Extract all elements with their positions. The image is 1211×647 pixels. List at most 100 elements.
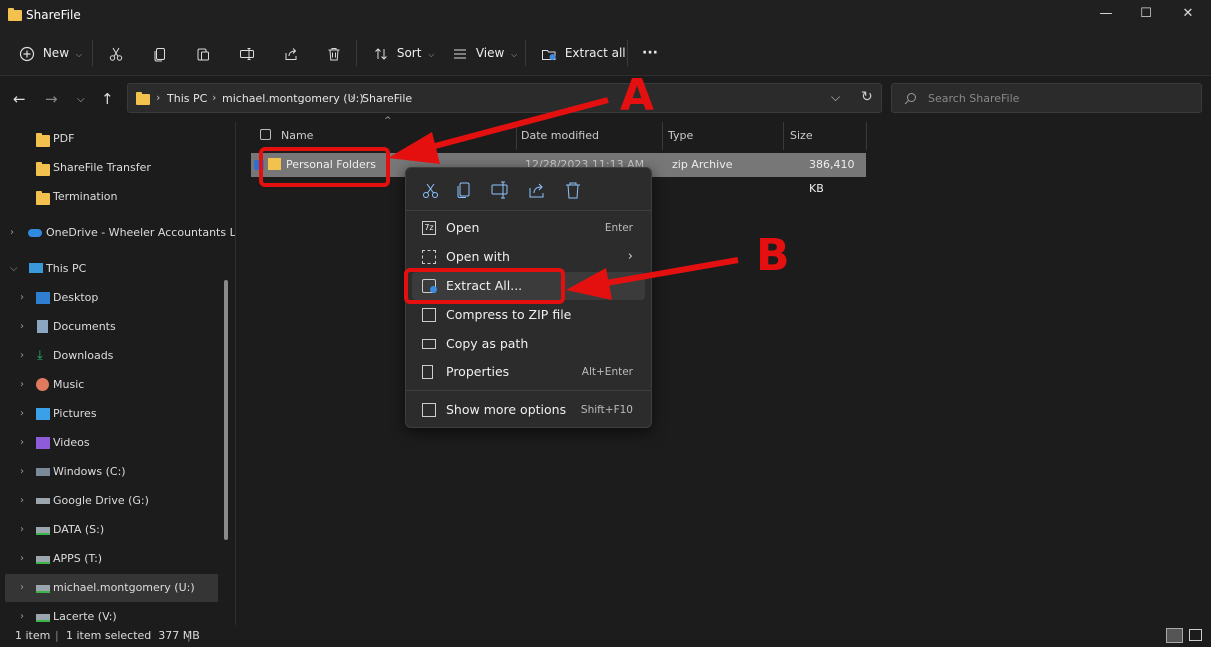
menu-item-show-more-options[interactable]: Show more options Shift+F10 bbox=[412, 396, 645, 424]
drive-icon bbox=[36, 468, 50, 476]
chevron-right-icon[interactable]: › bbox=[20, 516, 24, 544]
close-button[interactable]: ✕ bbox=[1173, 4, 1203, 24]
arrow-b-line bbox=[594, 257, 739, 288]
delete-button[interactable] bbox=[326, 42, 342, 64]
pc-icon bbox=[29, 263, 43, 273]
sidebar-item-this-pc[interactable]: ⌵ This PC bbox=[0, 255, 220, 283]
scissors-icon bbox=[109, 47, 123, 61]
chevron-right-icon[interactable]: › bbox=[20, 342, 24, 370]
arrow-a-head bbox=[388, 132, 440, 164]
new-button[interactable]: New ⌵ bbox=[19, 42, 82, 64]
documents-icon bbox=[37, 320, 48, 333]
rename-button[interactable] bbox=[239, 42, 255, 64]
copy-button[interactable] bbox=[152, 42, 168, 64]
chevron-right-icon[interactable]: › bbox=[20, 400, 24, 428]
sidebar-item-sharefile-transfer[interactable]: ShareFile Transfer bbox=[0, 154, 220, 182]
sidebar-item-windows-c[interactable]: › Windows (C:) bbox=[0, 458, 220, 486]
sidebar-item-downloads[interactable]: › ⤓ Downloads bbox=[0, 342, 220, 370]
sidebar-item-music[interactable]: › Music bbox=[0, 371, 220, 399]
sidebar-item-label: APPS (T:) bbox=[53, 552, 103, 565]
sidebar-item-pdf[interactable]: PDF bbox=[0, 125, 220, 153]
menu-item-shortcut: Shift+F10 bbox=[580, 404, 633, 416]
sidebar-item-onedrive[interactable]: › OneDrive - Wheeler Accountants LLP bbox=[0, 219, 235, 247]
selection-info: 1 item selected 377 MB bbox=[66, 629, 200, 642]
chevron-right-icon[interactable]: › bbox=[20, 429, 24, 457]
chevron-right-icon[interactable]: › bbox=[20, 574, 24, 602]
sidebar-item-google-drive[interactable]: › Google Drive (G:) bbox=[0, 487, 220, 515]
paste-icon bbox=[197, 48, 209, 60]
trash-icon bbox=[328, 47, 340, 60]
tiles-view-icon[interactable] bbox=[1189, 629, 1202, 641]
sidebar-item-label: ShareFile Transfer bbox=[53, 161, 151, 174]
plus-circle-icon bbox=[19, 46, 35, 61]
properties-icon bbox=[422, 365, 433, 379]
folder-icon bbox=[136, 92, 150, 105]
extract-all-label: Extract all bbox=[564, 46, 626, 60]
forward-arrow-icon[interactable]: → bbox=[45, 90, 58, 108]
sidebar-item-lacerte[interactable]: › Lacerte (V:) bbox=[0, 603, 220, 625]
recent-chevron-icon[interactable]: ⌵ bbox=[77, 94, 85, 105]
sidebar-item-label: Downloads bbox=[53, 349, 114, 362]
status-divider: | bbox=[55, 629, 59, 642]
chevron-right-icon[interactable]: › bbox=[10, 219, 14, 247]
chevron-right-icon[interactable]: › bbox=[20, 284, 24, 312]
status-bar: 1 item | 1 item selected 377 MB | bbox=[0, 625, 1211, 647]
highlight-box-a bbox=[259, 147, 390, 187]
sidebar-item-michael-montgomery[interactable]: › michael.montgomery (U:) bbox=[5, 574, 218, 602]
details-view-icon[interactable] bbox=[1166, 628, 1183, 643]
breadcrumb-separator: › bbox=[156, 91, 161, 104]
chevron-right-icon[interactable]: › bbox=[20, 487, 24, 515]
breadcrumb-separator: › bbox=[212, 91, 217, 104]
chevron-down-icon: ⌵ bbox=[511, 50, 518, 59]
new-label: New bbox=[42, 46, 70, 60]
select-all-checkbox[interactable] bbox=[260, 129, 271, 140]
cut-button[interactable] bbox=[108, 42, 124, 64]
back-arrow-icon[interactable]: ← bbox=[13, 90, 26, 108]
menu-item-copy-as-path[interactable]: Copy as path bbox=[412, 330, 645, 358]
share-button[interactable] bbox=[283, 42, 299, 64]
breadcrumb-drive[interactable]: michael.montgomery (U:) bbox=[222, 92, 364, 105]
search-icon bbox=[904, 93, 916, 105]
maximize-button[interactable]: ☐ bbox=[1131, 4, 1161, 24]
breadcrumb-this-pc[interactable]: This PC bbox=[167, 92, 207, 105]
videos-icon bbox=[36, 437, 50, 449]
sidebar-item-label: Videos bbox=[53, 436, 90, 449]
navigation-pane: PDF ShareFile Transfer Termination › One… bbox=[0, 122, 236, 625]
sidebar-item-videos[interactable]: › Videos bbox=[0, 429, 220, 457]
sidebar-item-label: Documents bbox=[53, 320, 116, 333]
chevron-right-icon[interactable]: › bbox=[20, 313, 24, 341]
sidebar-item-label: Lacerte (V:) bbox=[53, 610, 117, 623]
sidebar-item-documents[interactable]: › Documents bbox=[0, 313, 220, 341]
sort-label: Sort bbox=[396, 46, 422, 60]
sidebar-item-data-s[interactable]: › DATA (S:) bbox=[0, 516, 220, 544]
folder-icon bbox=[8, 8, 22, 21]
chevron-right-icon[interactable]: › bbox=[20, 603, 24, 625]
up-arrow-icon[interactable]: ↑ bbox=[101, 90, 114, 108]
menu-item-properties[interactable]: Properties Alt+Enter bbox=[412, 358, 645, 386]
sidebar-item-pictures[interactable]: › Pictures bbox=[0, 400, 220, 428]
annotation-letter-b: B bbox=[756, 230, 790, 281]
minimize-button[interactable]: — bbox=[1091, 4, 1121, 24]
chevron-down-icon[interactable]: ⌵ bbox=[10, 255, 18, 283]
refresh-icon[interactable]: ↻ bbox=[861, 89, 873, 105]
address-dropdown-icon[interactable]: ⌵ bbox=[831, 90, 840, 105]
downloads-icon: ⤓ bbox=[37, 348, 43, 363]
sidebar-scrollbar[interactable] bbox=[224, 280, 228, 540]
file-size: 386,410 KB bbox=[809, 158, 855, 195]
chevron-right-icon[interactable]: › bbox=[20, 371, 24, 399]
sidebar-item-apps-t[interactable]: › APPS (T:) bbox=[0, 545, 220, 573]
onedrive-icon bbox=[28, 229, 42, 237]
network-drive-icon bbox=[36, 585, 50, 593]
toolbar-divider bbox=[356, 40, 357, 66]
window-title: ShareFile bbox=[26, 8, 81, 22]
chevron-right-icon[interactable]: › bbox=[20, 545, 24, 573]
search-box[interactable]: Search ShareFile bbox=[891, 83, 1202, 113]
chevron-right-icon[interactable]: › bbox=[20, 458, 24, 486]
sidebar-item-termination[interactable]: Termination bbox=[0, 183, 220, 211]
chevron-down-icon: ⌵ bbox=[75, 50, 82, 59]
paste-button[interactable] bbox=[195, 42, 211, 64]
sidebar-item-desktop[interactable]: › Desktop bbox=[0, 284, 220, 312]
sidebar-item-label: michael.montgomery (U:) bbox=[53, 581, 195, 594]
chevron-down-icon: ⌵ bbox=[428, 50, 435, 59]
menu-item-label: Show more options bbox=[446, 402, 567, 417]
